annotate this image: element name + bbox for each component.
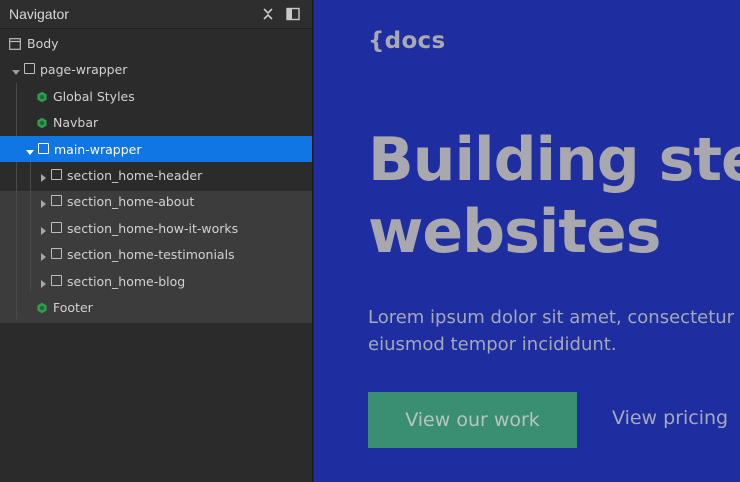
tree-item-label: Navbar	[53, 115, 99, 130]
tree-item-main-wrapper[interactable]: main-wrapper	[0, 136, 312, 162]
tree-item-section-home-header[interactable]: section_home-header	[0, 162, 312, 188]
view-our-work-button[interactable]: View our work	[368, 392, 577, 448]
symbol-component-icon	[36, 116, 48, 129]
element-box-icon	[51, 275, 62, 286]
caret-right-icon[interactable]	[38, 196, 48, 208]
caret-right-icon[interactable]	[38, 276, 48, 288]
caret-right-icon[interactable]	[38, 223, 48, 235]
tree-item-label: page-wrapper	[40, 62, 128, 77]
tree-item-section-home-how-it-works[interactable]: section_home-how-it-works	[0, 215, 312, 241]
tree-item-section-home-about[interactable]: section_home-about	[0, 188, 312, 214]
element-box-icon	[38, 143, 49, 154]
navigator-header: Navigator	[0, 0, 312, 29]
tree-item-label: Body	[27, 36, 59, 51]
tree-item-label: section_home-blog	[67, 274, 186, 289]
tree-item-global-styles[interactable]: Global Styles	[0, 83, 312, 109]
collapse-arrows-icon[interactable]	[261, 7, 275, 21]
hero-paragraph[interactable]: Lorem ipsum dolor sit amet, consectetur …	[368, 304, 740, 358]
caret-down-icon[interactable]	[11, 64, 21, 75]
tree-item-footer[interactable]: Footer	[0, 294, 312, 320]
caret-down-icon[interactable]	[25, 144, 35, 155]
tree-item-body[interactable]: Body	[0, 30, 312, 56]
caret-right-icon[interactable]	[38, 249, 48, 261]
element-box-icon	[51, 169, 62, 180]
tree-item-label: section_home-about	[67, 194, 195, 209]
tree-item-page-wrapper[interactable]: page-wrapper	[0, 56, 312, 82]
hero-heading[interactable]: Building stel websites	[368, 124, 740, 268]
hero-paragraph-line-1: Lorem ipsum dolor sit amet, consectetur …	[368, 307, 740, 328]
hero-heading-line-1: Building stel	[368, 125, 740, 195]
symbol-component-icon	[36, 90, 48, 103]
tree-item-label: section_home-how-it-works	[67, 221, 239, 236]
design-canvas[interactable]: {docs Building stel websites Lorem ipsum…	[314, 0, 740, 482]
element-box-icon	[51, 195, 62, 206]
tree-item-label: section_home-header	[67, 168, 203, 183]
element-box-icon	[51, 248, 62, 259]
body-window-icon	[9, 37, 21, 50]
view-pricing-link[interactable]: View pricing	[612, 407, 728, 429]
caret-right-icon[interactable]	[38, 170, 48, 182]
tree-item-label: Footer	[53, 300, 93, 315]
symbol-component-icon	[36, 301, 48, 314]
dock-panel-icon[interactable]	[286, 7, 300, 21]
site-logo[interactable]: {docs	[368, 28, 445, 54]
tree-item-navbar[interactable]: Navbar	[0, 109, 312, 135]
tree-item-label: Global Styles	[53, 89, 135, 104]
tree-item-label: section_home-testimonials	[67, 247, 235, 262]
element-box-icon	[24, 63, 35, 74]
element-box-icon	[51, 222, 62, 233]
navigator-panel: Navigator Body page-wrapper Global Style…	[0, 0, 313, 482]
hero-paragraph-line-2: eiusmod tempor incididunt.	[368, 334, 617, 355]
tree-item-label: main-wrapper	[54, 142, 142, 157]
hero-heading-line-2: websites	[368, 197, 661, 267]
tree-item-section-home-testimonials[interactable]: section_home-testimonials	[0, 241, 312, 267]
tree-item-section-home-blog[interactable]: section_home-blog	[0, 268, 312, 294]
navigator-title: Navigator	[9, 6, 69, 22]
